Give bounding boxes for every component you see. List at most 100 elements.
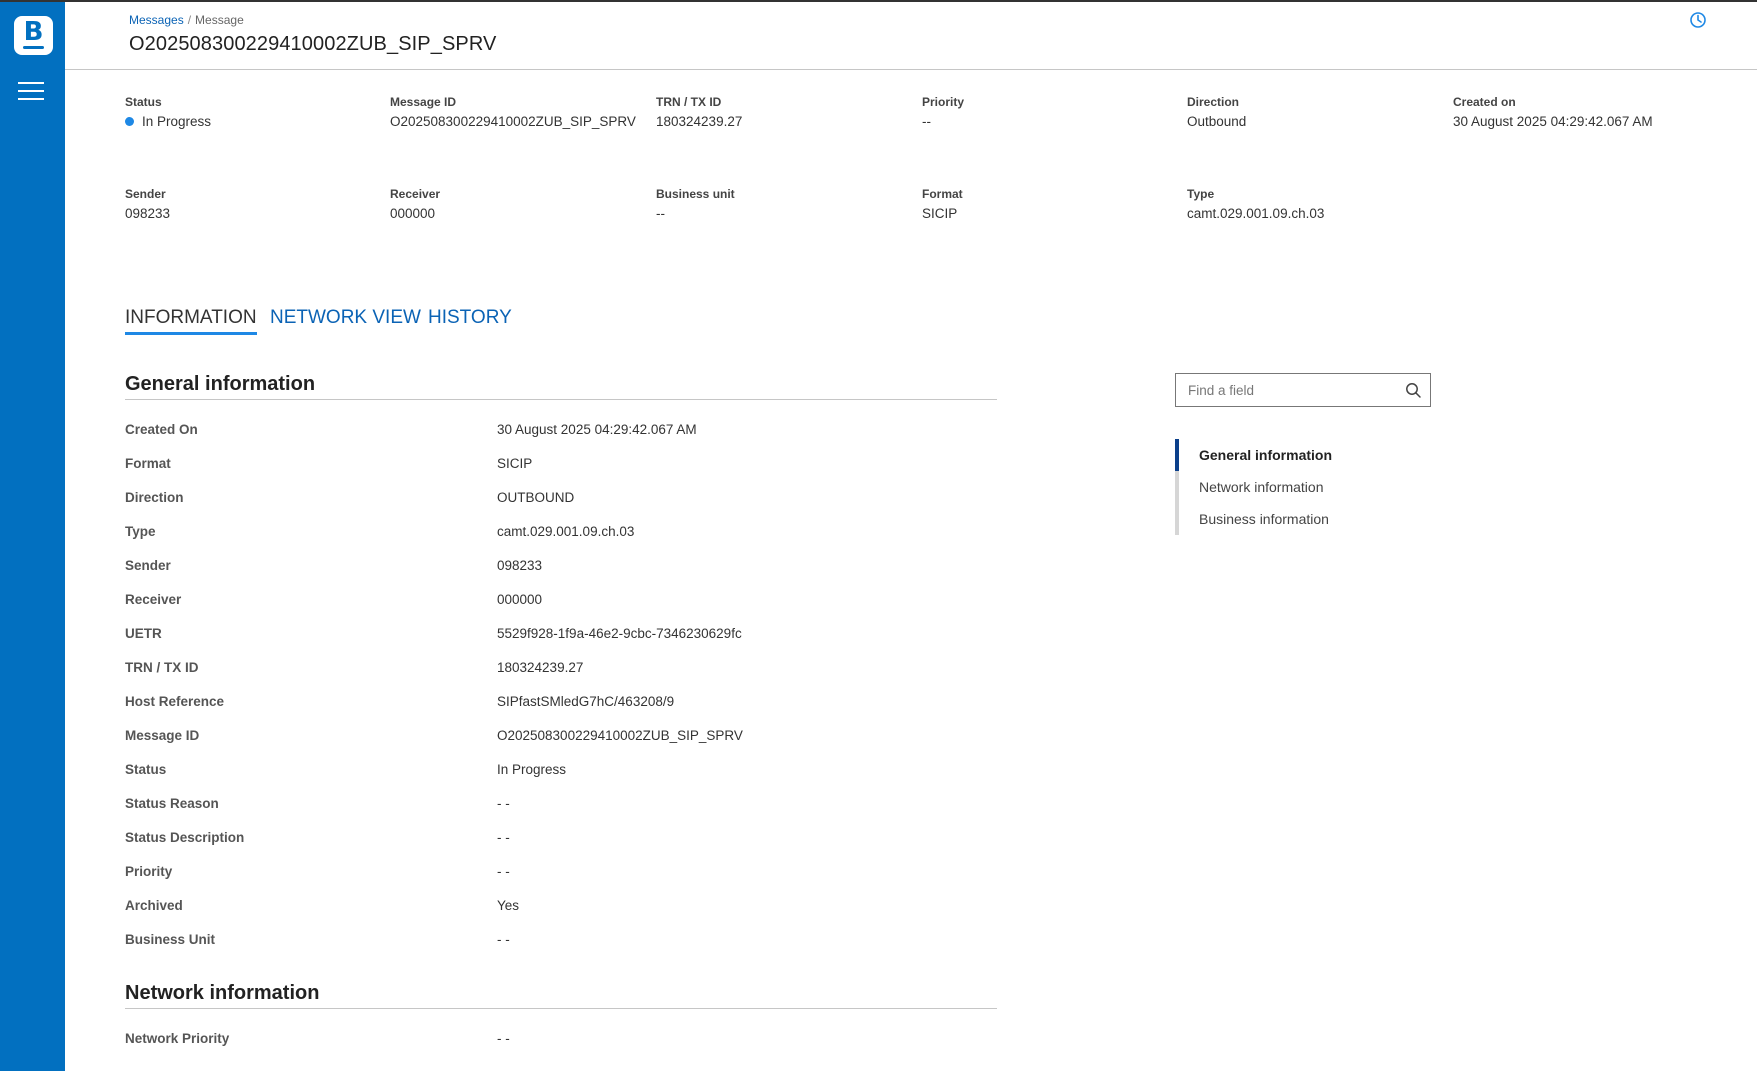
field-label: Sender	[125, 558, 171, 573]
summary-label: Format	[922, 187, 963, 201]
field-label: Archived	[125, 898, 183, 913]
section-divider	[125, 399, 997, 400]
summary-label: Sender	[125, 187, 166, 201]
summary-label: Created on	[1453, 95, 1516, 109]
field-label: Business Unit	[125, 932, 216, 947]
find-field-input[interactable]	[1176, 374, 1396, 406]
sidebar: B	[0, 2, 65, 1071]
breadcrumb-current: Message	[195, 13, 244, 27]
field-value: - -	[497, 864, 510, 879]
summary-label: Receiver	[390, 187, 441, 201]
field-label: TRN / TX ID	[125, 660, 199, 675]
page-header: Messages / Message O202508300229410002ZUB_…	[65, 2, 1757, 70]
toc-item-business-information[interactable]: Business information	[1179, 503, 1449, 535]
field-row: Status In Progress	[125, 762, 997, 782]
field-row: Sender 098233	[125, 558, 997, 578]
toc-item-network-information[interactable]: Network information	[1179, 471, 1449, 503]
logo-letter: B	[23, 17, 44, 47]
summary-value: camt.029.001.09.ch.03	[1187, 206, 1325, 221]
field-row: Type camt.029.001.09.ch.03	[125, 524, 997, 544]
field-label: Message ID	[125, 728, 200, 743]
field-value: In Progress	[497, 762, 567, 777]
field-value: 180324239.27	[497, 660, 584, 675]
field-row: Message ID O202508300229410002ZUB_SIP_SPR…	[125, 728, 997, 748]
summary-value: 180324239.27	[656, 114, 743, 129]
field-row: Archived Yes	[125, 898, 997, 918]
search-icon[interactable]	[1405, 382, 1422, 399]
field-row: UETR 5529f928-1f9a-46e2-9cbc-7346230629fc	[125, 626, 997, 646]
field-row: Created On 30 August 2025 04:29:42.067 AM	[125, 422, 997, 442]
field-value: 30 August 2025 04:29:42.067 AM	[497, 422, 697, 437]
section-divider	[125, 1008, 997, 1009]
field-label: Status	[125, 762, 167, 777]
field-row: Priority - -	[125, 864, 997, 884]
tab-network-view[interactable]: NETWORK VIEW	[270, 307, 421, 329]
section-title-network: Network information	[125, 982, 320, 1004]
field-value: - -	[497, 796, 510, 811]
field-row: Status Reason - -	[125, 796, 997, 816]
summary-type: Type camt.029.001.09.ch.03	[1187, 187, 1447, 221]
summary-label: TRN / TX ID	[656, 95, 722, 109]
field-row: TRN / TX ID 180324239.27	[125, 660, 997, 680]
summary-label: Business unit	[656, 187, 735, 201]
field-value: O202508300229410002ZUB_SIP_SPRV	[497, 728, 743, 743]
field-row: Business Unit - -	[125, 932, 997, 952]
field-label: Type	[125, 524, 156, 539]
summary-value: SICIP	[922, 206, 958, 221]
summary-receiver: Receiver 000000	[390, 187, 650, 221]
field-value: 098233	[497, 558, 543, 573]
field-label: Receiver	[125, 592, 182, 607]
summary-created-on: Created on 30 August 2025 04:29:42.067 A…	[1453, 95, 1713, 129]
app-logo[interactable]: B	[14, 16, 53, 55]
field-label: Priority	[125, 864, 173, 879]
summary-label: Status	[125, 95, 162, 109]
field-label: Format	[125, 456, 171, 471]
hamburger-menu-icon[interactable]	[18, 82, 44, 100]
summary-format: Format SICIP	[922, 187, 1182, 221]
summary-sender: Sender 098233	[125, 187, 385, 221]
field-row: Format SICIP	[125, 456, 997, 476]
summary-value: 098233	[125, 206, 171, 221]
summary-status: Status In Progress	[125, 95, 385, 129]
summary-value: --	[656, 206, 665, 221]
field-value: - -	[497, 932, 510, 947]
breadcrumb-messages-link[interactable]: Messages	[129, 13, 184, 27]
breadcrumb: Messages / Message	[129, 13, 244, 27]
summary-value: In Progress	[142, 114, 212, 129]
field-label: Status Description	[125, 830, 245, 845]
summary-value: Outbound	[1187, 114, 1247, 129]
logo-underline	[23, 46, 44, 49]
field-value: 5529f928-1f9a-46e2-9cbc-7346230629fc	[497, 626, 742, 641]
field-label: Network Priority	[125, 1031, 230, 1046]
section-navigation: General information Network information …	[1175, 439, 1439, 535]
field-value: SICIP	[497, 456, 533, 471]
field-row: Network Priority - -	[125, 1031, 997, 1051]
field-value: camt.029.001.09.ch.03	[497, 524, 635, 539]
summary-label: Priority	[922, 95, 965, 109]
breadcrumb-separator: /	[187, 13, 192, 27]
field-value: SIPfastSMledG7hC/463208/9	[497, 694, 675, 709]
summary-value: --	[922, 114, 931, 129]
field-label: Direction	[125, 490, 184, 505]
summary-label: Direction	[1187, 95, 1240, 109]
summary-direction: Direction Outbound	[1187, 95, 1447, 129]
summary-label: Type	[1187, 187, 1215, 201]
field-row: Status Description - -	[125, 830, 997, 850]
summary-value: O202508300229410002ZUB_SIP_SPRV	[390, 114, 636, 129]
clock-icon[interactable]	[1689, 11, 1707, 29]
summary-label: Message ID	[390, 95, 457, 109]
field-value: - -	[497, 1031, 510, 1046]
tab-history[interactable]: HISTORY	[428, 307, 512, 329]
field-row: Direction OUTBOUND	[125, 490, 997, 510]
page-title: O202508300229410002ZUB_SIP_SPRV	[129, 33, 497, 55]
field-label: UETR	[125, 626, 162, 641]
tab-information[interactable]: INFORMATION	[125, 307, 257, 335]
field-value: Yes	[497, 898, 520, 913]
summary-business-unit: Business unit --	[656, 187, 916, 221]
summary-value: 000000	[390, 206, 436, 221]
field-value: - -	[497, 830, 510, 845]
section-title-general: General information	[125, 373, 316, 395]
summary-message-id: Message ID O202508300229410002ZUB_SIP_SP…	[390, 95, 650, 129]
field-value: OUTBOUND	[497, 490, 575, 505]
toc-item-general-information[interactable]: General information	[1175, 439, 1449, 471]
